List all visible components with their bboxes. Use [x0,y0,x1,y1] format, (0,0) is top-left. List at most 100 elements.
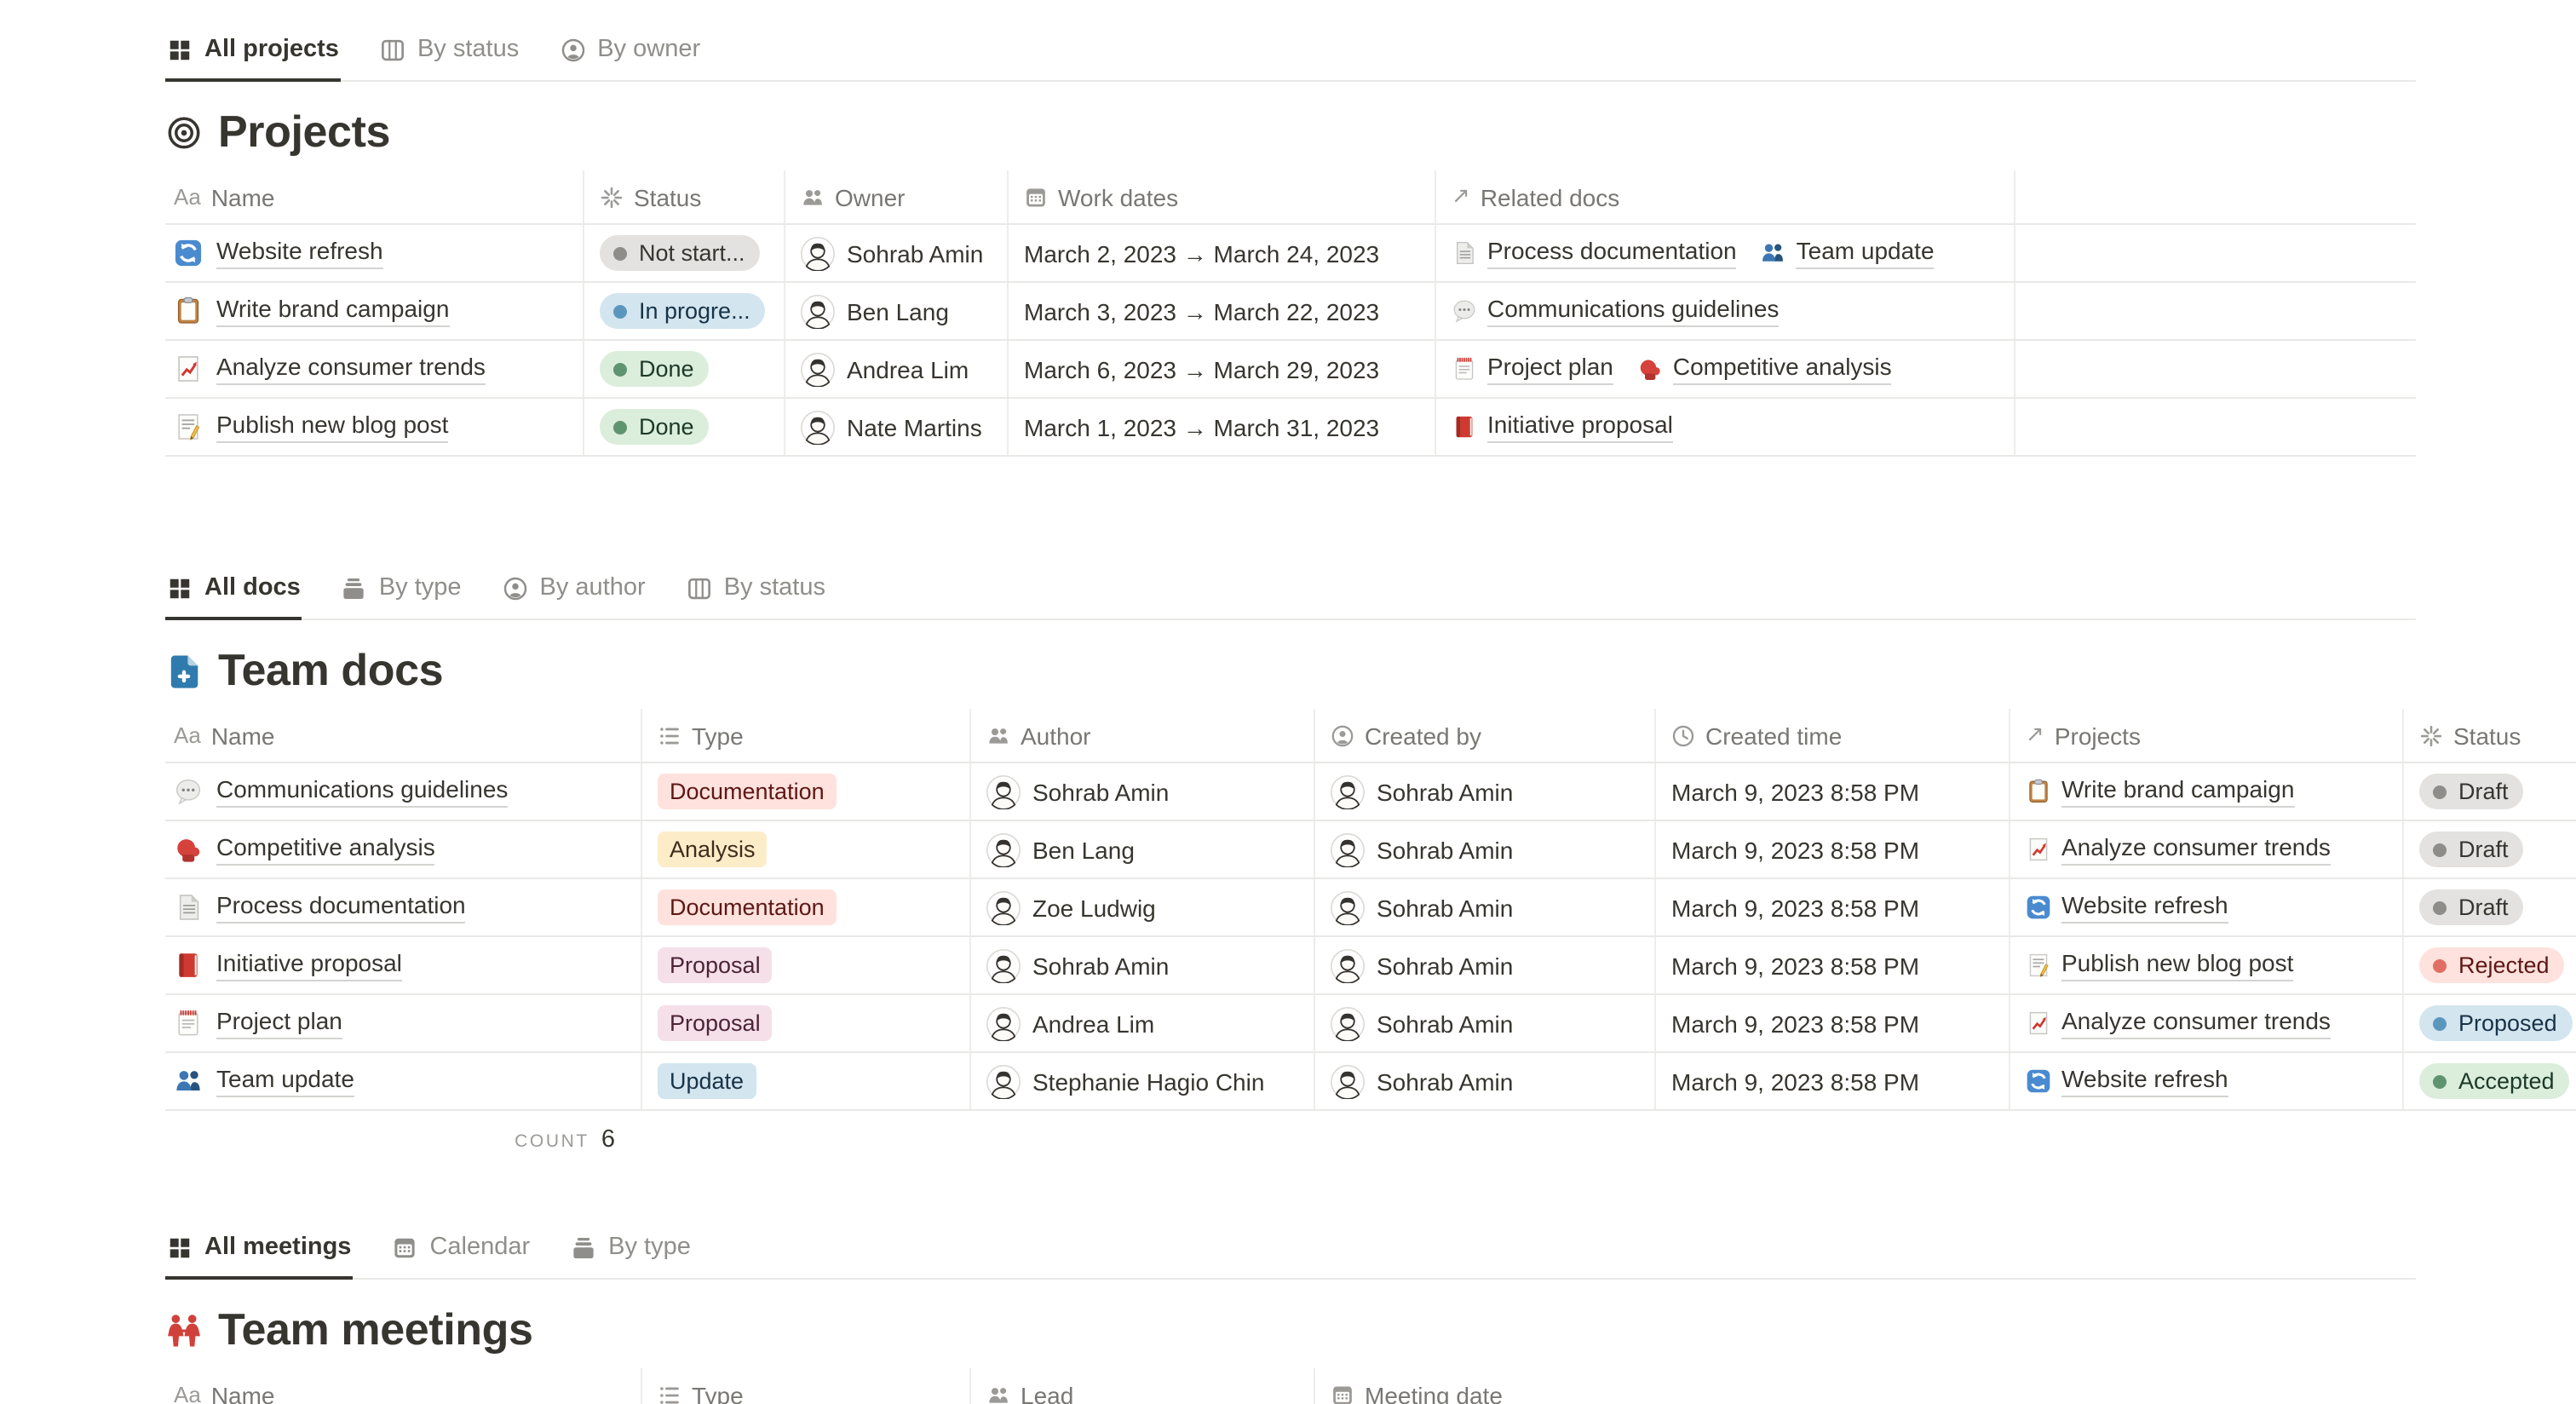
doc-link[interactable]: Initiative proposal [1452,411,1673,443]
column-header-projects[interactable]: ↗Projects [2010,709,2404,762]
page-link[interactable]: Website refresh [216,238,383,269]
type-chip[interactable]: Proposal [658,947,773,983]
page-link[interactable]: Publish new blog post [216,411,448,443]
column-header-created-by[interactable]: Created by [1315,709,1656,762]
column-header-work-dates[interactable]: Work dates [1009,170,1436,223]
tab-all-projects[interactable]: All projects [165,27,341,82]
tab-by-status[interactable]: By status [378,27,520,82]
tab-all-docs[interactable]: All docs [165,566,302,620]
docs-view-tabs: All docs By type By author By status [165,552,2416,620]
project-link[interactable]: Analyze consumer trends [2026,834,2331,866]
person-tag[interactable]: Andrea Lim [986,1006,1154,1040]
page-link[interactable]: Project plan [216,1008,342,1039]
tab-label: All meetings [204,1234,351,1261]
person-tag[interactable]: Sohrab Amin [801,236,983,270]
page-link[interactable]: Communications guidelines [216,776,508,808]
status-chip[interactable]: Done [600,351,710,387]
cell-work-dates[interactable]: March 6, 2023 → March 29, 2023 [1009,341,1436,397]
project-link[interactable]: Publish new blog post [2026,950,2293,981]
person-tag[interactable]: Ben Lang [801,294,949,328]
doc-link[interactable]: Communications guidelines [1452,296,1779,327]
page-link[interactable]: Process documentation [216,892,466,924]
status-chip[interactable]: Done [600,409,710,445]
doc-link[interactable]: Competitive analysis [1637,354,1892,385]
doc-link[interactable]: Process documentation [1452,238,1737,269]
cell-work-dates[interactable]: March 2, 2023 → March 24, 2023 [1009,225,1436,281]
person-tag[interactable]: Stephanie Hagio Chin [986,1064,1264,1098]
tab-all-meetings[interactable]: All meetings [165,1225,353,1280]
person-tag[interactable]: Ben Lang [986,832,1135,866]
column-header-owner[interactable]: Owner [785,170,1009,223]
column-header-name[interactable]: AaName [165,1368,642,1404]
cell-author: Ben Lang [971,821,1315,878]
tab-by-author[interactable]: By author [501,566,647,620]
status-chip[interactable]: In progre... [600,293,766,329]
status-chip[interactable]: Rejected [2419,947,2565,983]
status-chip[interactable]: Accepted [2419,1063,2570,1099]
project-link[interactable]: Write brand campaign [2026,776,2294,808]
column-header-name[interactable]: AaName [165,709,642,762]
project-link[interactable]: Website refresh [2026,892,2228,924]
person-tag[interactable]: Sohrab Amin [986,774,1169,808]
column-header-meeting-date[interactable]: Meeting date [1315,1368,2416,1404]
type-chip[interactable]: Documentation [658,774,837,809]
team-docs-section: All docs By type By author By status Tea… [0,552,2576,1154]
project-link[interactable]: Website refresh [2026,1066,2228,1097]
cell-work-dates[interactable]: March 3, 2023 → March 22, 2023 [1009,283,1436,339]
type-chip[interactable]: Documentation [658,889,837,925]
project-link[interactable]: Analyze consumer trends [2026,1008,2331,1039]
column-header-author[interactable]: Author [971,709,1315,762]
cell-related-docs: Project plan Competitive analysis [1436,341,2015,397]
page-link[interactable]: Write brand campaign [216,296,449,327]
status-chip[interactable]: Proposed [2419,1005,2573,1041]
column-header-name[interactable]: AaName [165,170,584,223]
type-chip[interactable]: Proposal [658,1005,773,1041]
status-chip[interactable]: Not start... [600,235,761,271]
cell-created-time[interactable]: March 9, 2023 8:58 PM [1656,1053,2010,1109]
column-header-type[interactable]: Type [642,1368,971,1404]
person-tag[interactable]: Zoe Ludwig [986,890,1156,924]
tab-by-type[interactable]: By type [340,566,463,620]
person-tag[interactable]: Sohrab Amin [986,948,1169,982]
page-link[interactable]: Analyze consumer trends [216,354,486,385]
tab-by-type[interactable]: By type [569,1225,693,1280]
column-header-lead[interactable]: Lead [971,1368,1315,1404]
person-tag[interactable]: Sohrab Amin [1331,774,1513,808]
person-tag[interactable]: Andrea Lim [801,352,969,386]
cell-work-dates[interactable]: March 1, 2023 → March 31, 2023 [1009,399,1436,455]
type-chip[interactable]: Analysis [658,831,768,867]
person-tag[interactable]: Nate Martins [801,410,982,444]
tab-label: By status [724,574,825,601]
doc-link[interactable]: Project plan [1452,354,1613,385]
column-header-status[interactable]: Status [2404,709,2576,762]
page-link[interactable]: Initiative proposal [216,950,402,981]
person-tag[interactable]: Sohrab Amin [1331,1064,1513,1098]
person-tag[interactable]: Sohrab Amin [1331,948,1513,982]
tab-calendar[interactable]: Calendar [390,1225,532,1280]
status-chip[interactable]: Draft [2419,831,2524,867]
tab-by-owner[interactable]: By owner [558,27,702,82]
cell-created-time[interactable]: March 9, 2023 8:58 PM [1656,937,2010,993]
cell-projects: Write brand campaign [2010,763,2404,820]
person-tag[interactable]: Sohrab Amin [1331,832,1513,866]
page-link[interactable]: Competitive analysis [216,834,435,866]
text-property-icon: Aa [174,1382,201,1404]
page-link[interactable]: Team update [216,1066,354,1097]
person-tag[interactable]: Sohrab Amin [1331,1006,1513,1040]
cell-created-time[interactable]: March 9, 2023 8:58 PM [1656,995,2010,1051]
status-chip[interactable]: Draft [2419,774,2524,809]
status-chip[interactable]: Draft [2419,889,2524,925]
count-summary[interactable]: COUNT 6 [165,1111,642,1154]
cell-created-time[interactable]: March 9, 2023 8:58 PM [1656,879,2010,935]
column-header-created-time[interactable]: Created time [1656,709,2010,762]
tab-by-status[interactable]: By status [685,566,827,620]
cell-created-time[interactable]: March 9, 2023 8:58 PM [1656,763,2010,820]
doc-link[interactable]: Team update [1761,238,1935,269]
cell-created-time[interactable]: March 9, 2023 8:58 PM [1656,821,2010,878]
type-chip[interactable]: Update [658,1063,756,1099]
status-dot-icon [2433,785,2447,798]
column-header-related-docs[interactable]: ↗Related docs [1436,170,2015,223]
column-header-status[interactable]: Status [584,170,785,223]
column-header-type[interactable]: Type [642,709,971,762]
person-tag[interactable]: Sohrab Amin [1331,890,1513,924]
